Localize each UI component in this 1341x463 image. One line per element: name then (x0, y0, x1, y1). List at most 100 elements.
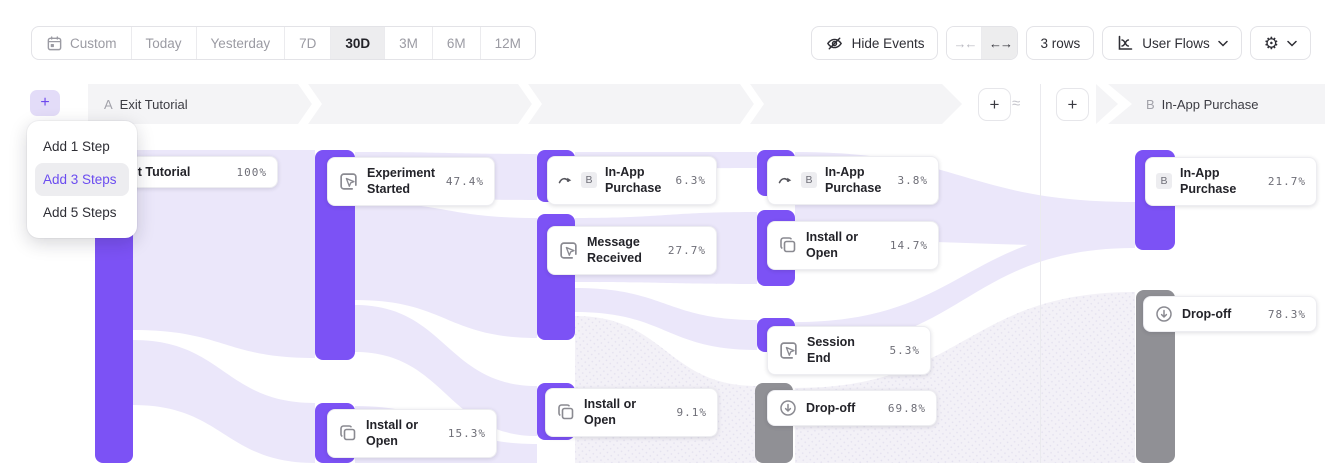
flow-chart-icon (1116, 34, 1134, 52)
expand-columns-button[interactable]: ←→ (982, 27, 1017, 59)
add-step-before-b-button[interactable]: + (1056, 88, 1089, 121)
date-custom[interactable]: Custom (32, 27, 132, 59)
node-label: Install or Open (806, 229, 882, 262)
settings-button[interactable]: ⚙ (1250, 26, 1311, 60)
toolbar-right: Hide Events →← ←→ 3 rows User Flows ⚙ (811, 26, 1311, 60)
node-card-dropoff-b[interactable]: Drop-off 78.3% (1143, 296, 1317, 332)
date-yesterday[interactable]: Yesterday (197, 27, 286, 59)
node-card-session-end[interactable]: Session End 5.3% (767, 326, 931, 375)
chevron-down-icon (1287, 40, 1297, 47)
node-percentage: 100% (237, 166, 268, 179)
date-3m-label: 3M (399, 36, 418, 51)
date-today[interactable]: Today (132, 27, 197, 59)
node-percentage: 14.7% (890, 239, 928, 252)
user-flows-canvas: Custom Today Yesterday 7D 30D 3M 6M 12M … (0, 0, 1341, 463)
node-percentage: 47.4% (446, 175, 484, 188)
node-card-experiment-started[interactable]: Experiment Started 47.4% (327, 157, 495, 206)
menu-item-label: Add 3 Steps (43, 172, 117, 187)
rows-button[interactable]: 3 rows (1026, 26, 1094, 60)
step-b-title: In-App Purchase (1162, 97, 1259, 112)
date-today-label: Today (146, 36, 182, 51)
node-label: Install or Open (366, 417, 440, 450)
node-percentage: 6.3% (676, 174, 707, 187)
date-12m[interactable]: 12M (481, 27, 535, 59)
hide-events-label: Hide Events (852, 36, 925, 51)
node-percentage: 78.3% (1268, 308, 1306, 321)
step-a-title: Exit Tutorial (120, 97, 188, 112)
date-custom-label: Custom (70, 36, 117, 51)
dropoff-icon (778, 398, 798, 418)
plus-icon: + (40, 94, 49, 112)
add-step-menu: Add 1 Step Add 3 Steps Add 5 Steps (27, 121, 137, 238)
node-card-in-app-purchase-b[interactable]: B In-App Purchase 21.7% (1145, 157, 1317, 206)
node-percentage: 9.1% (677, 406, 708, 419)
event-icon (778, 340, 799, 361)
calendar-icon (46, 35, 63, 52)
date-yesterday-label: Yesterday (211, 36, 271, 51)
node-card-dropoff-4[interactable]: Drop-off 69.8% (767, 390, 937, 426)
plus-icon: + (1068, 95, 1078, 115)
chevron-down-icon (1218, 40, 1228, 47)
node-label: In-App Purchase (1180, 165, 1260, 198)
node-card-in-app-purchase-4[interactable]: B In-App Purchase 3.8% (767, 156, 939, 205)
dropoff-icon (1154, 304, 1174, 324)
date-range-control: Custom Today Yesterday 7D 30D 3M 6M 12M (31, 26, 536, 60)
view-selector-button[interactable]: User Flows (1102, 26, 1242, 60)
step-b-badge: B (1146, 97, 1155, 112)
flow-ribbon-dropoff (795, 292, 1135, 463)
node-percentage: 5.3% (890, 344, 921, 357)
menu-item-label: Add 1 Step (43, 139, 110, 154)
node-card-in-app-purchase-3[interactable]: B In-App Purchase 6.3% (547, 156, 717, 205)
step-b-badge: B (581, 172, 597, 188)
node-card-install-or-open-2[interactable]: Install or Open 15.3% (327, 409, 497, 458)
event-icon (338, 171, 359, 192)
copy-icon (556, 402, 576, 422)
copy-icon (778, 235, 798, 255)
step-b-badge: B (801, 172, 817, 188)
node-label: Drop-off (1182, 306, 1260, 322)
menu-item-add-5-steps[interactable]: Add 5 Steps (35, 196, 129, 229)
node-label: In-App Purchase (605, 164, 668, 197)
date-7d-label: 7D (299, 36, 316, 51)
node-percentage: 3.8% (898, 174, 929, 187)
rows-label: 3 rows (1040, 36, 1080, 51)
step-a-badge: A (104, 97, 113, 112)
date-12m-label: 12M (495, 36, 521, 51)
node-label: Experiment Started (367, 165, 438, 198)
node-label: In-App Purchase (825, 164, 890, 197)
plus-icon: + (990, 95, 1000, 115)
event-icon (558, 240, 579, 261)
date-30d[interactable]: 30D (331, 27, 385, 59)
gear-icon: ⚙ (1264, 35, 1279, 52)
node-label: Session End (807, 334, 882, 367)
step-b-badge: B (1156, 173, 1172, 189)
date-6m-label: 6M (447, 36, 466, 51)
date-7d[interactable]: 7D (285, 27, 331, 59)
flows-divider (1040, 84, 1041, 463)
node-card-install-or-open-4[interactable]: Install or Open 14.7% (767, 221, 939, 270)
jump-arrow-icon (558, 174, 573, 186)
date-3m[interactable]: 3M (385, 27, 433, 59)
arrows-outward-icon: ←→ (989, 36, 1011, 51)
node-label: Message Received (587, 234, 660, 267)
date-30d-label: 30D (345, 36, 370, 51)
approx-separator: ≈ (1012, 95, 1020, 112)
jump-arrow-icon (778, 174, 793, 186)
node-percentage: 27.7% (668, 244, 706, 257)
collapse-columns-button[interactable]: →← (947, 27, 982, 59)
menu-item-add-3-steps[interactable]: Add 3 Steps (35, 163, 129, 196)
add-step-end-button[interactable]: + (978, 88, 1011, 121)
arrows-inward-icon: →← (953, 36, 975, 51)
flow-ribbon (133, 340, 315, 463)
menu-item-add-1-step[interactable]: Add 1 Step (35, 130, 129, 163)
date-6m[interactable]: 6M (433, 27, 481, 59)
view-selector-label: User Flows (1142, 36, 1210, 51)
add-step-button-a[interactable]: + (30, 90, 60, 116)
node-label: Drop-off (806, 400, 880, 416)
menu-item-label: Add 5 Steps (43, 205, 117, 220)
toolbar: Custom Today Yesterday 7D 30D 3M 6M 12M … (31, 26, 1311, 60)
node-card-install-or-open-3[interactable]: Install or Open 9.1% (545, 388, 718, 437)
step-header-b: B In-App Purchase (1108, 84, 1325, 124)
node-card-message-received[interactable]: Message Received 27.7% (547, 226, 717, 275)
hide-events-button[interactable]: Hide Events (811, 26, 939, 60)
